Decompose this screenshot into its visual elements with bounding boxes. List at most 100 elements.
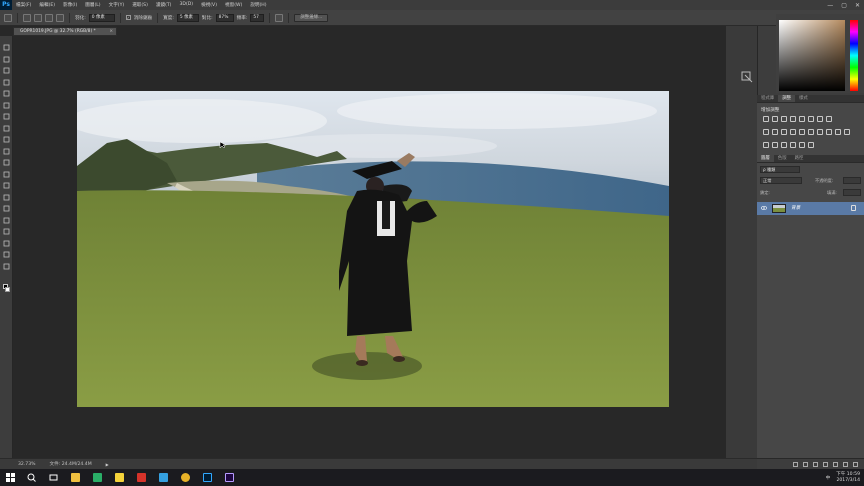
history-brush-icon[interactable]: [3, 148, 10, 155]
opacity-input[interactable]: [843, 177, 861, 184]
zoom-level[interactable]: 32.73%: [18, 462, 36, 467]
marquee-tool-icon[interactable]: [3, 56, 10, 63]
taskbar-app-red[interactable]: [130, 469, 152, 486]
adjustment-icon[interactable]: [817, 129, 823, 135]
stamp-tool-icon[interactable]: [3, 136, 10, 143]
adjustment-icon[interactable]: [808, 142, 814, 148]
adjustment-icon[interactable]: [808, 129, 814, 135]
status-menu-arrow-icon[interactable]: ▶: [106, 462, 109, 467]
frequency-input[interactable]: 57: [250, 13, 265, 22]
eye-icon[interactable]: [761, 205, 767, 211]
adjustment-icon[interactable]: [781, 142, 787, 148]
fill-input[interactable]: [843, 189, 861, 196]
photoshop-logo[interactable]: Ps: [0, 0, 12, 10]
eyedropper-tool-icon[interactable]: [3, 102, 10, 109]
close-tab-icon[interactable]: ×: [109, 28, 113, 35]
shape-tool-icon[interactable]: [3, 240, 10, 247]
layer-kind-filter[interactable]: ρ 種類: [760, 166, 800, 173]
panel-tab[interactable]: 路徑: [791, 155, 808, 162]
healing-tool-icon[interactable]: [3, 113, 10, 120]
adjustment-icon[interactable]: [763, 116, 769, 122]
move-tool-icon[interactable]: [3, 44, 10, 51]
brush-tool-icon[interactable]: [3, 125, 10, 132]
new-group-icon[interactable]: [833, 461, 838, 467]
path-select-tool-icon[interactable]: [3, 228, 10, 235]
panel-tab[interactable]: 樣式: [795, 95, 812, 102]
adjustment-icon[interactable]: [799, 142, 805, 148]
taskbar-app-chrome[interactable]: [174, 469, 196, 486]
adjustment-icon[interactable]: [790, 129, 796, 135]
new-selection-icon[interactable]: [23, 13, 31, 22]
adjustment-icon[interactable]: [799, 116, 805, 122]
task-view-button[interactable]: [42, 469, 64, 486]
panel-tab[interactable]: 色版: [774, 155, 791, 162]
lasso-tool-icon[interactable]: [3, 67, 10, 74]
menu-item[interactable]: 說明(H): [246, 2, 270, 8]
menu-item[interactable]: 檔案(F): [12, 2, 35, 8]
contrast-input[interactable]: 87%: [215, 13, 234, 22]
feather-input[interactable]: 0 像素: [88, 13, 115, 22]
taskbar-app-photoshop[interactable]: [196, 469, 218, 486]
adjustment-icon[interactable]: [790, 116, 796, 122]
color-picker-field[interactable]: [779, 20, 845, 91]
menu-item[interactable]: 檢視(V): [197, 2, 221, 8]
menu-item[interactable]: 圖層(L): [81, 2, 104, 8]
panel-tab[interactable]: 程式庫: [757, 95, 778, 102]
adjustment-icon[interactable]: [781, 129, 787, 135]
image-canvas[interactable]: [77, 91, 669, 407]
hue-slider[interactable]: [850, 20, 858, 91]
adjustment-icon[interactable]: [817, 116, 823, 122]
adjustment-icon[interactable]: [763, 142, 769, 148]
adjustment-icon[interactable]: [799, 129, 805, 135]
adjustment-icon[interactable]: [790, 142, 796, 148]
zoom-tool-icon[interactable]: [3, 263, 10, 270]
taskbar-app-yellow[interactable]: [108, 469, 130, 486]
taskbar-app-aftereffects[interactable]: [218, 469, 240, 486]
quick-select-tool-icon[interactable]: [3, 79, 10, 86]
adjustment-icon[interactable]: [826, 129, 832, 135]
layer-style-icon[interactable]: [803, 461, 808, 467]
dodge-tool-icon[interactable]: [3, 194, 10, 201]
subtract-selection-icon[interactable]: [45, 13, 53, 22]
pen-tool-icon[interactable]: [3, 205, 10, 212]
add-mask-icon[interactable]: [813, 461, 818, 467]
panel-tab[interactable]: 調整: [778, 95, 795, 102]
menu-item[interactable]: 視窗(W): [221, 2, 246, 8]
color-swatches[interactable]: [3, 284, 10, 294]
adjustment-icon[interactable]: [808, 116, 814, 122]
link-layers-icon[interactable]: [793, 461, 798, 467]
antialias-checkbox[interactable]: ✓: [125, 15, 131, 20]
adjustment-icon[interactable]: [781, 116, 787, 122]
adjustment-icon[interactable]: [826, 116, 832, 122]
intersect-selection-icon[interactable]: [56, 13, 64, 22]
blur-tool-icon[interactable]: [3, 182, 10, 189]
stylus-pressure-icon[interactable]: [275, 13, 284, 22]
crop-tool-icon[interactable]: [3, 90, 10, 97]
minimize-button[interactable]: —: [827, 2, 833, 9]
adjustment-icon[interactable]: [763, 129, 769, 135]
menu-item[interactable]: 3D(D): [175, 2, 197, 8]
taskbar-app-wechat[interactable]: [86, 469, 108, 486]
taskbar-app-blue[interactable]: [152, 469, 174, 486]
taskbar-app-explorer[interactable]: [64, 469, 86, 486]
refine-edge-button[interactable]: 調整邊緣...: [294, 13, 329, 22]
type-tool-icon[interactable]: [3, 217, 10, 224]
hand-tool-icon[interactable]: [3, 251, 10, 258]
menu-item[interactable]: 編輯(E): [35, 2, 59, 8]
search-button[interactable]: [20, 469, 42, 486]
menu-item[interactable]: 濾鏡(T): [152, 2, 176, 8]
eraser-tool-icon[interactable]: [3, 159, 10, 166]
restore-button[interactable]: ▢: [841, 2, 847, 9]
menu-item[interactable]: 選取(S): [128, 2, 152, 8]
document-tab[interactable]: GOPR1019.JPG @ 32.7% (RGB/8) * ×: [13, 27, 117, 36]
adjustment-layer-icon[interactable]: [823, 461, 828, 467]
menu-item[interactable]: 文字(Y): [105, 2, 129, 8]
adjustment-icon[interactable]: [772, 142, 778, 148]
menu-item[interactable]: 影像(I): [59, 2, 81, 8]
ime-indicator[interactable]: 中: [826, 475, 830, 481]
panel-tab[interactable]: 圖層: [757, 155, 774, 162]
new-layer-icon[interactable]: [843, 461, 848, 467]
gradient-tool-icon[interactable]: [3, 171, 10, 178]
trash-icon[interactable]: [853, 461, 858, 467]
tool-preset-icon[interactable]: [4, 13, 12, 22]
